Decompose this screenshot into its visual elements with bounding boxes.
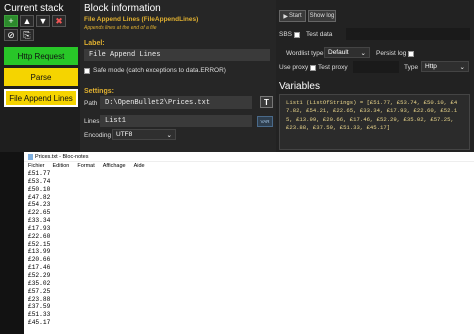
chevron-down-icon: ⌄ bbox=[166, 131, 172, 139]
encoding-label: Encoding bbox=[84, 132, 112, 139]
stack-title: Current stack bbox=[4, 3, 64, 14]
use-proxy-checkbox[interactable] bbox=[310, 64, 317, 71]
text-line: £33.34 bbox=[28, 217, 51, 225]
menu-file[interactable]: Fichier bbox=[28, 163, 45, 169]
menu-help[interactable]: Aide bbox=[134, 163, 145, 169]
encoding-value: UTF8 bbox=[116, 131, 133, 138]
notepad-window: Prices.txt - Bloc-notes Fichier Edition … bbox=[24, 152, 474, 334]
text-line: £53.74 bbox=[28, 177, 51, 185]
proxy-type-select[interactable]: Http ⌄ bbox=[421, 61, 469, 72]
clone-icon[interactable]: ⎘ bbox=[20, 29, 34, 41]
disable-icon[interactable]: ⊘ bbox=[4, 29, 18, 41]
wordlist-type-label: Wordlist type bbox=[286, 50, 324, 57]
block-info-title: Block information bbox=[84, 3, 161, 14]
use-proxy-row: Use proxy bbox=[279, 64, 317, 71]
settings-heading: Settings: bbox=[84, 88, 114, 95]
safe-mode-checkbox[interactable] bbox=[84, 67, 90, 74]
text-line: £23.88 bbox=[28, 295, 51, 303]
text-line: £20.66 bbox=[28, 256, 51, 264]
block-name: File Append Lines (FileAppendLines) bbox=[84, 16, 199, 23]
background-strip bbox=[0, 152, 24, 334]
sbs-checkbox[interactable] bbox=[294, 31, 301, 38]
lines-label: Lines bbox=[84, 118, 100, 125]
delete-icon[interactable]: ✖ bbox=[52, 15, 66, 27]
text-line: £13.99 bbox=[28, 248, 51, 256]
text-line: £47.82 bbox=[28, 193, 51, 201]
text-line: £52.29 bbox=[28, 271, 51, 279]
variables-title: Variables bbox=[279, 81, 320, 92]
text-line: £22.60 bbox=[28, 232, 51, 240]
proxy-type-value: Http bbox=[425, 63, 437, 70]
stack-block-http-request[interactable]: Http Request bbox=[4, 47, 78, 65]
stack-toolbar-row2: ⊘ ⎘ bbox=[4, 29, 34, 41]
stack-block-parse[interactable]: Parse bbox=[4, 68, 78, 86]
text-line: £54.23 bbox=[28, 201, 51, 209]
stack-toolbar: + ▲ ▼ ✖ bbox=[4, 15, 66, 27]
show-log-button[interactable]: Show log bbox=[308, 10, 336, 22]
text-line: £50.10 bbox=[28, 185, 51, 193]
test-proxy-input[interactable] bbox=[353, 61, 399, 73]
notepad-icon bbox=[28, 153, 33, 160]
notepad-text-area[interactable]: £51.77 £53.74 £50.10 £47.82 £54.23 £22.65 £33.… bbox=[24, 170, 474, 327]
text-line: £52.15 bbox=[28, 240, 51, 248]
label-input[interactable]: File Append Lines bbox=[84, 49, 270, 61]
variables-box: List1 (ListOfStrings) = [£51.77, £53.74,… bbox=[279, 94, 470, 150]
type-label: Type bbox=[404, 64, 419, 71]
notepad-titlebar: Prices.txt - Bloc-notes bbox=[24, 152, 474, 162]
path-input[interactable]: D:\OpenBullet2\Prices.txt bbox=[100, 96, 252, 109]
start-label: Start bbox=[288, 13, 302, 19]
test-data-input[interactable] bbox=[346, 28, 470, 40]
text-line: £57.25 bbox=[28, 287, 51, 295]
text-line: £35.02 bbox=[28, 279, 51, 287]
text-line: £51.77 bbox=[28, 170, 51, 177]
text-line: £45.17 bbox=[28, 319, 51, 327]
play-icon: ▶ bbox=[283, 13, 288, 20]
persist-log-checkbox[interactable] bbox=[408, 50, 415, 57]
text-line: £37.59 bbox=[28, 303, 51, 311]
menu-edit[interactable]: Edition bbox=[53, 163, 70, 169]
persist-log-row: Persist log bbox=[376, 50, 415, 57]
text-line: £51.33 bbox=[28, 311, 51, 319]
menu-view[interactable]: Affichage bbox=[103, 163, 126, 169]
path-label: Path bbox=[84, 100, 98, 107]
wordlist-type-select[interactable]: Default ⌄ bbox=[324, 47, 370, 58]
text-line: £17.93 bbox=[28, 224, 51, 232]
start-button[interactable]: ▶ Start bbox=[279, 10, 306, 22]
block-description: Appends lines at the end of a file bbox=[84, 25, 157, 31]
label-heading: Label: bbox=[84, 40, 105, 47]
encoding-select[interactable]: UTF8 ⌄ bbox=[112, 129, 176, 140]
chevron-down-icon: ⌄ bbox=[459, 63, 465, 71]
add-icon[interactable]: + bbox=[4, 15, 18, 27]
use-proxy-label: Use proxy bbox=[279, 64, 309, 71]
notepad-menu: Fichier Edition Format Affichage Aide bbox=[24, 162, 474, 170]
up-arrow-icon[interactable]: ▲ bbox=[20, 15, 34, 27]
text-line: £17.46 bbox=[28, 264, 51, 272]
debugger-panel: ▶ Start Show log SBS Test data Wordlist t… bbox=[276, 0, 474, 160]
wordlist-type-value: Default bbox=[328, 49, 349, 56]
menu-format[interactable]: Format bbox=[77, 163, 94, 169]
var-button[interactable]: VAR bbox=[257, 116, 273, 127]
persist-log-label: Persist log bbox=[376, 50, 407, 57]
text-line: £22.65 bbox=[28, 209, 51, 217]
stack-panel: Current stack + ▲ ▼ ✖ ⊘ ⎘ Http Request P… bbox=[0, 0, 78, 152]
stack-block-file-append-lines[interactable]: File Append Lines bbox=[4, 89, 78, 107]
notepad-title: Prices.txt - Bloc-notes bbox=[35, 153, 89, 160]
safe-mode-label: Safe mode (catch exceptions to data.ERRO… bbox=[93, 67, 226, 74]
chevron-down-icon: ⌄ bbox=[360, 49, 366, 57]
test-data-label: Test data bbox=[306, 31, 333, 38]
test-proxy-label: Test proxy bbox=[318, 64, 348, 71]
down-arrow-icon[interactable]: ▼ bbox=[36, 15, 50, 27]
safe-mode-row: Safe mode (catch exceptions to data.ERRO… bbox=[84, 67, 226, 74]
lines-input[interactable]: List1 bbox=[100, 115, 252, 127]
sbs-row: SBS bbox=[279, 31, 301, 38]
block-info-panel: Block information File Append Lines (Fil… bbox=[80, 0, 276, 152]
text-mode-button[interactable]: T bbox=[260, 96, 273, 108]
sbs-label: SBS bbox=[279, 31, 293, 38]
